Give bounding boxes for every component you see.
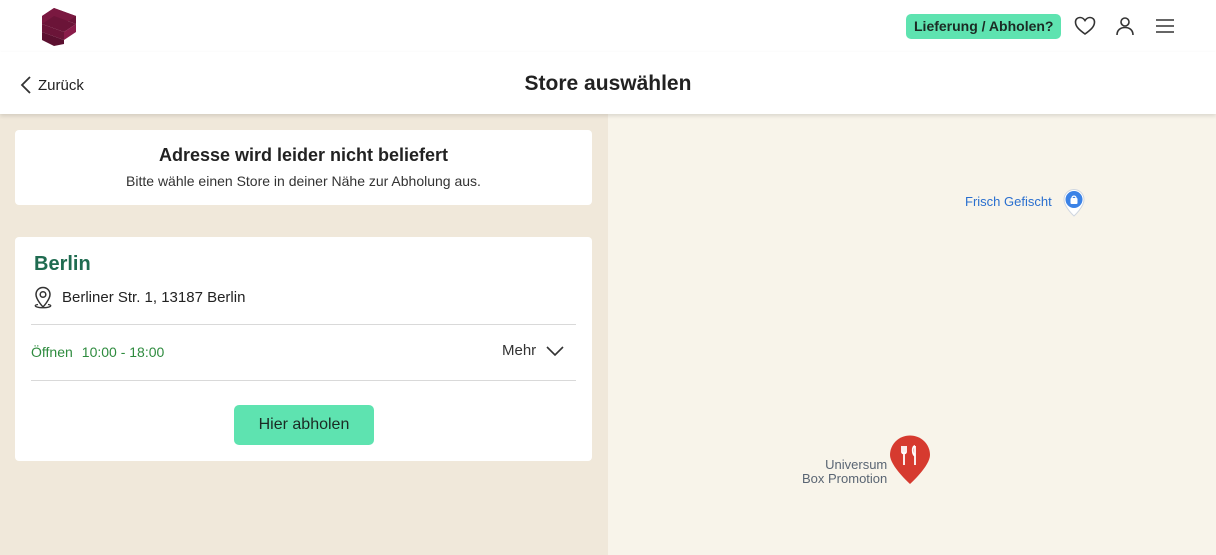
poi-name-line2: Box Promotion: [802, 471, 888, 486]
sub-header: Zurück Store auswählen: [0, 52, 1216, 114]
store-address: Berliner Str. 1, 13187 Berlin: [32, 285, 245, 309]
pickup-here-button[interactable]: Hier abholen: [234, 405, 374, 445]
store-name: Berlin: [34, 253, 91, 275]
page-title: Store auswählen: [524, 72, 692, 95]
menu-icon[interactable]: [1153, 14, 1177, 38]
restaurant-pin-icon[interactable]: [888, 434, 932, 491]
heart-icon[interactable]: [1073, 14, 1097, 38]
hours-text: 10:00 - 18:00: [81, 344, 165, 360]
delivery-notice: Adresse wird leider nicht beliefert Bitt…: [15, 130, 592, 205]
top-header: Lieferung / Abholen?: [0, 0, 1216, 52]
shopping-bag-pin-icon[interactable]: [1062, 188, 1086, 223]
map-poi-label[interactable]: Frisch Gefischt: [965, 194, 1052, 209]
store-card: Berlin Berliner Str. 1, 13187 Berlin Öff…: [15, 237, 592, 461]
poi-name-line1: Universum: [825, 457, 888, 472]
chevron-down-icon: [546, 345, 564, 356]
notice-title: Adresse wird leider nicht beliefert: [158, 145, 449, 165]
divider: [31, 324, 576, 325]
more-toggle[interactable]: Mehr: [502, 342, 564, 359]
open-label: Öffnen: [31, 344, 73, 360]
more-label: Mehr: [502, 342, 537, 359]
notice-text: Bitte wähle einen Store in deiner Nähe z…: [126, 173, 481, 189]
location-pin-icon: [34, 286, 52, 309]
store-address-text: Berliner Str. 1, 13187 Berlin: [62, 288, 246, 306]
divider: [31, 380, 576, 381]
map-poi-label[interactable]: Universum Box Promotion: [802, 458, 887, 486]
opening-hours: Öffnen 10:00 - 18:00: [31, 344, 164, 360]
delivery-pickup-button[interactable]: Lieferung / Abholen?: [906, 14, 1062, 39]
store-list-panel[interactable]: Adresse wird leider nicht beliefert Bitt…: [0, 114, 608, 555]
user-icon[interactable]: [1113, 14, 1137, 38]
brand-logo-icon[interactable]: [40, 6, 78, 46]
map[interactable]: Frisch Gefischt Universum Box Promotion: [608, 114, 1216, 555]
